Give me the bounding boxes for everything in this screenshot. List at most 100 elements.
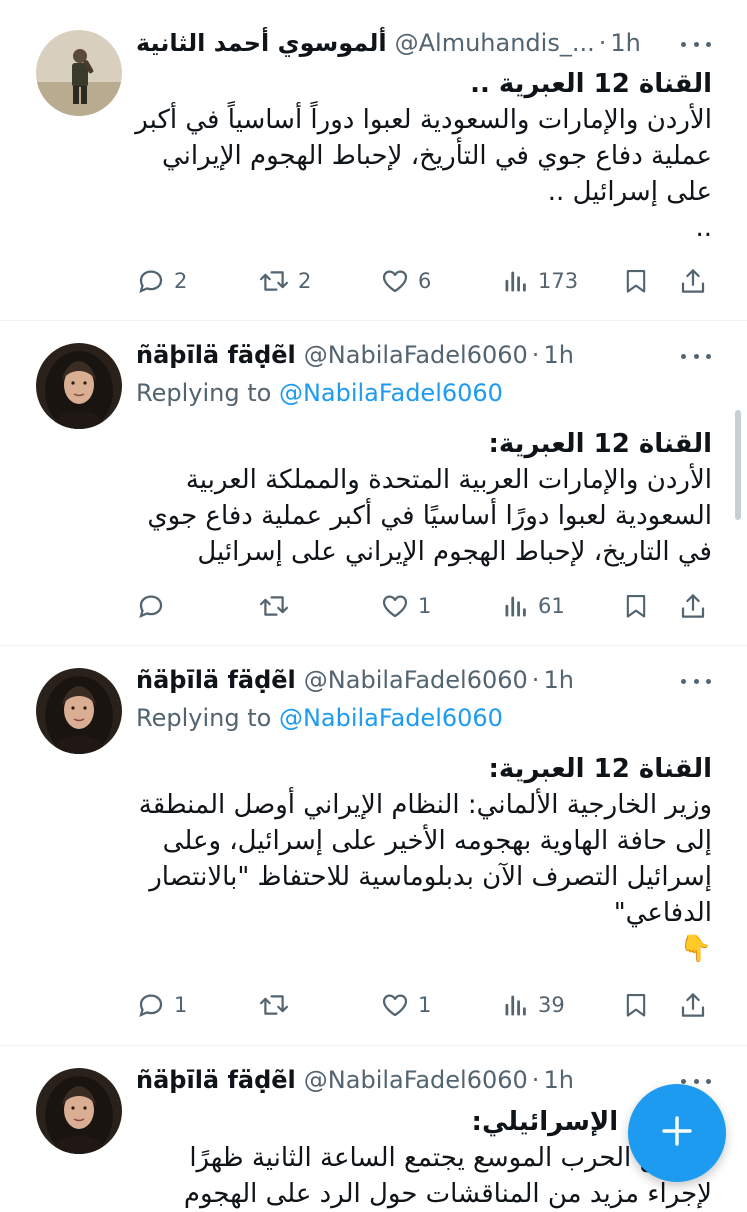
bookmark-button[interactable]	[622, 985, 650, 1025]
analytics-icon	[502, 591, 530, 621]
heart-icon	[380, 591, 410, 621]
share-icon	[678, 990, 708, 1020]
replying-to: Replying to @NabilaFadel6060	[136, 379, 503, 407]
tweet-line: وزير الخارجية الألماني: النظام الإيراني …	[138, 790, 712, 820]
share-button[interactable]	[678, 586, 708, 626]
replying-to: Replying to @NabilaFadel6060	[136, 704, 503, 732]
tweet-text: القناة 12 العبرية: الأردن والإمارات العر…	[136, 426, 712, 570]
tweet-header: ñäþīlä fäḍẽl @NabilaFadel6060 · 1h	[136, 1062, 717, 1098]
tweet-line: إلى حافة الهاوية بهجومه الأخير على إسرائ…	[162, 826, 712, 856]
timestamp[interactable]: 1h	[610, 29, 640, 57]
tweet-line: السعودية لعبوا دورًا أساسيًا في أكبر عمل…	[147, 501, 712, 531]
like-button[interactable]: 1	[380, 985, 431, 1025]
tweet-line: القناة 12 العبرية ..	[470, 69, 712, 99]
repost-button[interactable]	[258, 586, 298, 626]
share-button[interactable]	[678, 261, 708, 301]
tweet-text: القناة 12 العبرية: وزير الخارجية الألمان…	[136, 751, 712, 967]
replying-label: Replying to	[136, 704, 272, 732]
tweet[interactable]: ألموسوي أحمد الثانية @Almuhandis_... · 1…	[0, 0, 747, 320]
display-name[interactable]: ألموسوي أحمد الثانية	[136, 29, 387, 57]
like-button[interactable]: 1	[380, 586, 431, 626]
tweet-line: الجيش الإسرائيلي:	[471, 1107, 712, 1137]
bookmark-icon	[622, 591, 650, 621]
bookmark-button[interactable]	[622, 586, 650, 626]
timestamp[interactable]: 1h	[543, 1066, 573, 1094]
display-name[interactable]: ñäþīlä fäḍẽl	[136, 1066, 296, 1094]
share-icon	[678, 266, 708, 296]
tweet-line: القناة 12 العبرية:	[488, 754, 712, 784]
share-button[interactable]	[678, 985, 708, 1025]
separator-dot: ·	[598, 29, 607, 57]
handle[interactable]: @NabilaFadel6060	[304, 341, 528, 369]
display-name[interactable]: ñäþīlä fäḍẽl	[136, 341, 296, 369]
tweet-line: مجلس الحرب الموسع يجتمع الساعة الثانية ظ…	[189, 1143, 712, 1173]
views-button[interactable]: 61	[502, 586, 565, 626]
avatar[interactable]	[36, 343, 122, 429]
views-button[interactable]: 173	[502, 261, 578, 301]
reply-count: 1	[174, 993, 188, 1017]
bookmark-icon	[622, 990, 650, 1020]
scrollbar[interactable]	[735, 410, 741, 520]
tweet[interactable]: ñäþīlä fäḍẽl @NabilaFadel6060 · 1h Reply…	[0, 321, 747, 645]
avatar[interactable]	[36, 1068, 122, 1154]
repost-icon	[258, 990, 290, 1020]
display-name[interactable]: ñäþīlä fäḍẽl	[136, 666, 296, 694]
tweet-line: 👇	[679, 934, 712, 964]
heart-icon	[380, 266, 410, 296]
handle[interactable]: @NabilaFadel6060	[304, 666, 528, 694]
repost-icon	[258, 591, 290, 621]
tweet-line: الأردن والإمارات العربية المتحدة والمملك…	[185, 465, 712, 495]
more-options-icon[interactable]	[681, 39, 711, 49]
like-button[interactable]: 6	[380, 261, 431, 301]
separator-dot: ·	[531, 341, 540, 369]
avatar[interactable]	[36, 668, 122, 754]
reply-icon	[136, 990, 166, 1020]
tweet-line: على إسرائيل ..	[547, 177, 712, 207]
tweet-line: عملية دفاع جوي في التأريخ، لإحباط الهجوم…	[162, 141, 712, 171]
tweet-line: الأردن والإمارات والسعودية لعبوا دوراً أ…	[135, 105, 712, 135]
timestamp[interactable]: 1h	[543, 666, 573, 694]
bookmark-button[interactable]	[622, 261, 650, 301]
reply-button[interactable]	[136, 586, 174, 626]
action-bar: 2 2 6 173	[136, 261, 712, 301]
avatar[interactable]	[36, 30, 122, 116]
plus-icon	[660, 1114, 694, 1152]
repost-button[interactable]: 2	[258, 261, 311, 301]
repost-button[interactable]	[258, 985, 298, 1025]
separator-dot: ·	[531, 666, 540, 694]
more-options-icon[interactable]	[681, 351, 711, 361]
tweet-text: الجيش الإسرائيلي: مجلس الحرب الموسع يجتم…	[136, 1104, 712, 1212]
action-bar: 1 61	[136, 586, 712, 626]
view-count: 173	[538, 269, 579, 293]
tweet-text: القناة 12 العبرية .. الأردن والإمارات وا…	[135, 66, 712, 246]
analytics-icon	[502, 990, 530, 1020]
share-icon	[678, 591, 708, 621]
like-count: 1	[418, 993, 432, 1017]
handle[interactable]: @NabilaFadel6060	[304, 1066, 528, 1094]
views-button[interactable]: 39	[502, 985, 565, 1025]
reply-icon	[136, 266, 166, 296]
like-count: 1	[418, 594, 432, 618]
tweet-line: القناة 12 العبرية:	[488, 429, 712, 459]
tweet-header: ñäþīlä fäḍẽl @NabilaFadel6060 · 1h	[136, 662, 717, 698]
mention-link[interactable]: @NabilaFadel6060	[279, 379, 503, 407]
view-count: 61	[538, 594, 565, 618]
tweet-line: إسرائيل التصرف الآن بدبلوماسية للاحتفاظ …	[149, 862, 712, 892]
tweet-header: ألموسوي أحمد الثانية @Almuhandis_... · 1…	[136, 25, 717, 61]
more-options-icon[interactable]	[681, 676, 711, 686]
tweet-line: لإجراء مزيد من المناقشات حول الرد على ال…	[183, 1179, 712, 1209]
tweet-line: في التاريخ، لإحباط الهجوم الإيراني على إ…	[197, 537, 712, 567]
handle[interactable]: @Almuhandis_...	[395, 29, 595, 57]
reply-icon	[136, 591, 166, 621]
tweet-header: ñäþīlä fäḍẽl @NabilaFadel6060 · 1h	[136, 337, 717, 373]
repost-count: 2	[298, 269, 312, 293]
tweet[interactable]: ñäþīlä fäḍẽl @NabilaFadel6060 · 1h Reply…	[0, 646, 747, 1045]
tweet-line: الدفاعي"	[613, 898, 712, 928]
compose-button[interactable]	[628, 1084, 726, 1182]
timestamp[interactable]: 1h	[543, 341, 573, 369]
mention-link[interactable]: @NabilaFadel6060	[279, 704, 503, 732]
analytics-icon	[502, 266, 530, 296]
reply-button[interactable]: 1	[136, 985, 187, 1025]
reply-button[interactable]: 2	[136, 261, 187, 301]
action-bar: 1 1 39	[136, 985, 712, 1025]
